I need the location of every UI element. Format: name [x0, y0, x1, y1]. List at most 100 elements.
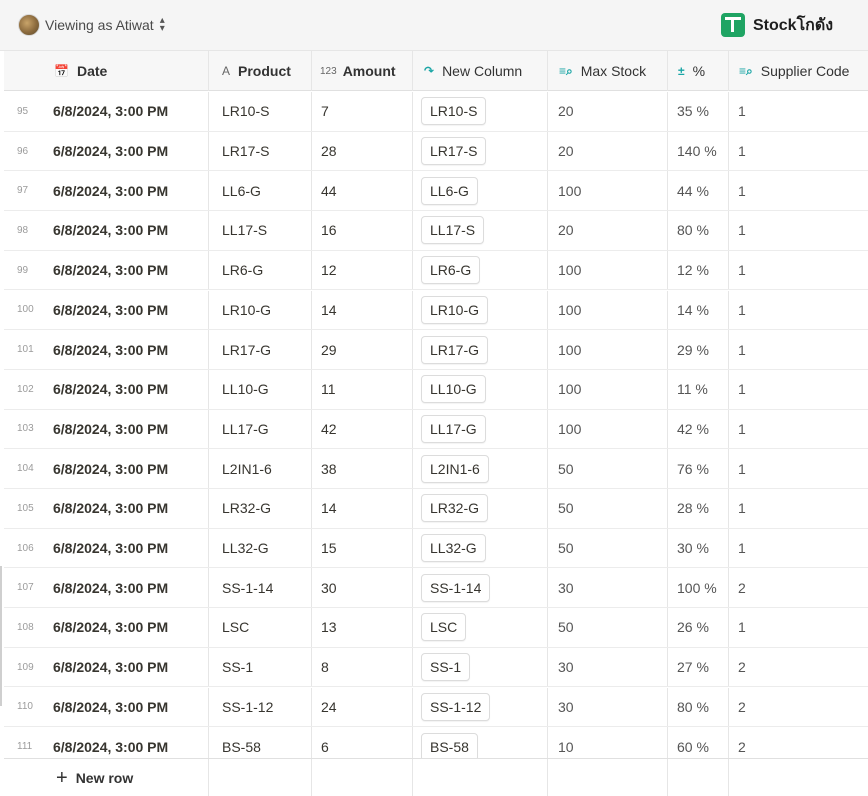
- relation-tag[interactable]: BS-58: [421, 732, 478, 758]
- table-row[interactable]: 109 6/8/2024, 3:00 PM SS-1 8 SS-1 30 27 % 2: [4, 647, 868, 688]
- cell-amount[interactable]: 11: [312, 369, 413, 409]
- relation-tag[interactable]: SS-1-12: [421, 692, 491, 721]
- cell-new-column[interactable]: LR17-S: [413, 131, 548, 171]
- cell-percent[interactable]: 12 %: [668, 250, 729, 290]
- cell-new-column[interactable]: LR17-G: [413, 330, 548, 369]
- cell-product[interactable]: LL17-S: [209, 211, 312, 250]
- cell-product[interactable]: LR6-G: [209, 250, 312, 290]
- cell-percent[interactable]: 80 %: [668, 687, 729, 727]
- cell-product[interactable]: LSC: [209, 608, 312, 647]
- table-row[interactable]: 98 6/8/2024, 3:00 PM LL17-S 16 LL17-S 20 80 % 1: [4, 211, 868, 251]
- cell-supplier-code[interactable]: 1: [729, 370, 868, 409]
- cell-supplier-code[interactable]: 1: [729, 211, 868, 250]
- table-row[interactable]: 110 6/8/2024, 3:00 PM SS-1-12 24 SS-1-12 30 80…: [4, 687, 868, 728]
- cell-supplier-code[interactable]: 1: [729, 529, 868, 568]
- column-header-date[interactable]: 📅 Date: [4, 51, 209, 91]
- cell-supplier-code[interactable]: 1: [729, 291, 868, 330]
- cell-supplier-code[interactable]: 2: [729, 648, 868, 687]
- cell-max-stock[interactable]: 100: [548, 250, 668, 290]
- cell-date[interactable]: 107 6/8/2024, 3:00 PM: [4, 568, 209, 608]
- cell-product[interactable]: LR17-G: [209, 330, 312, 369]
- column-header-new-column[interactable]: ↷ New Column: [413, 51, 548, 91]
- cell-percent[interactable]: 80 %: [668, 211, 729, 250]
- table-row[interactable]: 104 6/8/2024, 3:00 PM L2IN1-6 38 L2IN1-6 50 76…: [4, 449, 868, 489]
- cell-amount[interactable]: 8: [312, 647, 413, 687]
- cell-product[interactable]: LL32-G: [209, 528, 312, 568]
- column-header-supplier-code[interactable]: ≡⌕ Supplier Code: [729, 51, 868, 91]
- cell-supplier-code[interactable]: 1: [729, 330, 868, 369]
- cell-new-column[interactable]: LR32-G: [413, 489, 548, 528]
- cell-date[interactable]: 109 6/8/2024, 3:00 PM: [4, 647, 209, 687]
- table-row[interactable]: 103 6/8/2024, 3:00 PM LL17-G 42 LL17-G 100 42 …: [4, 409, 868, 450]
- cell-percent[interactable]: 11 %: [668, 369, 729, 409]
- cell-percent[interactable]: 30 %: [668, 528, 729, 568]
- cell-percent[interactable]: 26 %: [668, 608, 729, 647]
- relation-tag[interactable]: LL17-S: [421, 216, 485, 245]
- cell-percent[interactable]: 140 %: [668, 131, 729, 171]
- cell-max-stock[interactable]: 100: [548, 409, 668, 449]
- cell-product[interactable]: LR32-G: [209, 489, 312, 528]
- relation-tag[interactable]: LR17-G: [421, 335, 489, 364]
- cell-new-column[interactable]: SS-1-14: [413, 568, 548, 608]
- cell-date[interactable]: 105 6/8/2024, 3:00 PM: [4, 489, 209, 528]
- cell-new-column[interactable]: SS-1-12: [413, 687, 548, 727]
- cell-supplier-code[interactable]: 2: [729, 727, 868, 758]
- cell-max-stock[interactable]: 30: [548, 568, 668, 608]
- relation-tag[interactable]: SS-1-14: [421, 573, 491, 602]
- cell-amount[interactable]: 14: [312, 489, 413, 528]
- cell-percent[interactable]: 27 %: [668, 647, 729, 687]
- relation-tag[interactable]: LL6-G: [421, 176, 478, 205]
- cell-amount[interactable]: 16: [312, 211, 413, 250]
- cell-product[interactable]: SS-1-14: [209, 568, 312, 608]
- column-header-product[interactable]: A Product: [209, 51, 312, 91]
- cell-amount[interactable]: 30: [312, 568, 413, 608]
- cell-max-stock[interactable]: 100: [548, 171, 668, 211]
- cell-date[interactable]: 110 6/8/2024, 3:00 PM: [4, 687, 209, 727]
- cell-amount[interactable]: 29: [312, 330, 413, 369]
- cell-amount[interactable]: 6: [312, 727, 413, 758]
- cell-percent[interactable]: 100 %: [668, 568, 729, 608]
- cell-supplier-code[interactable]: 1: [729, 449, 868, 488]
- cell-new-column[interactable]: LL10-G: [413, 369, 548, 409]
- cell-supplier-code[interactable]: 1: [729, 92, 868, 131]
- cell-supplier-code[interactable]: 2: [729, 688, 868, 727]
- cell-product[interactable]: LL17-G: [209, 409, 312, 449]
- cell-product[interactable]: LL10-G: [209, 369, 312, 409]
- cell-new-column[interactable]: LL32-G: [413, 528, 548, 568]
- cell-date[interactable]: 106 6/8/2024, 3:00 PM: [4, 528, 209, 568]
- cell-amount[interactable]: 28: [312, 131, 413, 171]
- cell-new-column[interactable]: LL17-S: [413, 211, 548, 250]
- relation-tag[interactable]: LR17-S: [421, 137, 487, 166]
- cell-product[interactable]: LR10-G: [209, 290, 312, 330]
- table-row[interactable]: 99 6/8/2024, 3:00 PM LR6-G 12 LR6-G 100 12 % 1: [4, 250, 868, 291]
- cell-product[interactable]: LR10-S: [209, 92, 312, 131]
- relation-tag[interactable]: SS-1: [421, 653, 471, 682]
- relation-tag[interactable]: LL10-G: [421, 375, 486, 404]
- cell-product[interactable]: BS-58: [209, 727, 312, 758]
- relation-tag[interactable]: LL32-G: [421, 534, 486, 563]
- cell-amount[interactable]: 12: [312, 250, 413, 290]
- table-row[interactable]: 100 6/8/2024, 3:00 PM LR10-G 14 LR10-G 100 14 …: [4, 290, 868, 331]
- table-row[interactable]: 101 6/8/2024, 3:00 PM LR17-G 29 LR17-G 100 29 …: [4, 330, 868, 370]
- cell-amount[interactable]: 38: [312, 449, 413, 488]
- cell-percent[interactable]: 28 %: [668, 489, 729, 528]
- relation-tag[interactable]: LR32-G: [421, 494, 489, 523]
- table-row[interactable]: 105 6/8/2024, 3:00 PM LR32-G 14 LR32-G 50 28 %…: [4, 489, 868, 529]
- cell-percent[interactable]: 14 %: [668, 290, 729, 330]
- cell-date[interactable]: 95 6/8/2024, 3:00 PM: [4, 92, 209, 131]
- cell-supplier-code[interactable]: 1: [729, 489, 868, 528]
- table-row[interactable]: 95 6/8/2024, 3:00 PM LR10-S 7 LR10-S 20 35 % 1: [4, 92, 868, 132]
- cell-max-stock[interactable]: 100: [548, 290, 668, 330]
- cell-amount[interactable]: 14: [312, 290, 413, 330]
- cell-new-column[interactable]: L2IN1-6: [413, 449, 548, 488]
- cell-max-stock[interactable]: 20: [548, 211, 668, 250]
- cell-product[interactable]: SS-1-12: [209, 687, 312, 727]
- cell-date[interactable]: 101 6/8/2024, 3:00 PM: [4, 330, 209, 369]
- cell-date[interactable]: 100 6/8/2024, 3:00 PM: [4, 290, 209, 330]
- cell-amount[interactable]: 24: [312, 687, 413, 727]
- cell-max-stock[interactable]: 100: [548, 369, 668, 409]
- cell-amount[interactable]: 42: [312, 409, 413, 449]
- relation-tag[interactable]: LSC: [421, 613, 467, 642]
- cell-max-stock[interactable]: 50: [548, 449, 668, 488]
- cell-supplier-code[interactable]: 1: [729, 608, 868, 647]
